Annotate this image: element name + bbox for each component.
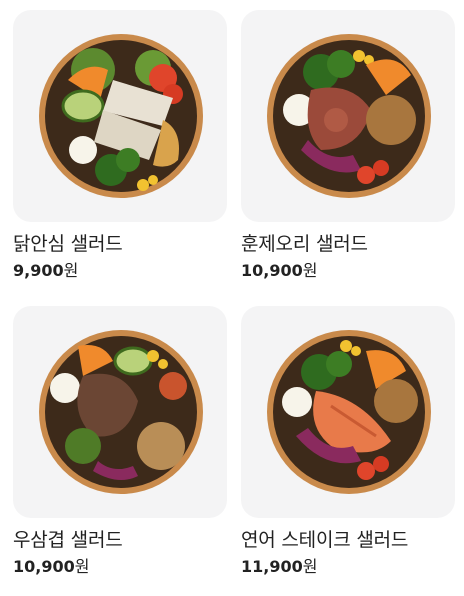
salad-bowl-image [39, 330, 203, 494]
product-name[interactable]: 닭안심 샐러드 [13, 231, 227, 257]
product-card-beef-brisket-salad[interactable]: 우삼겹 샐러드 10,900원 [13, 306, 227, 579]
product-card-smoked-duck-salad[interactable]: 훈제오리 샐러드 10,900원 [241, 10, 455, 283]
price-currency: 원 [302, 557, 318, 576]
salad-bowl-image [267, 34, 431, 198]
product-price: 11,900원 [241, 555, 455, 579]
price-amount: 9,900 [13, 261, 64, 280]
price-currency: 원 [63, 261, 79, 280]
price-currency: 원 [74, 557, 90, 576]
price-amount: 10,900 [241, 261, 303, 280]
price-amount: 11,900 [241, 557, 303, 576]
product-price: 10,900원 [13, 555, 227, 579]
product-price: 9,900원 [13, 259, 227, 283]
product-name[interactable]: 우삼겹 샐러드 [13, 527, 227, 553]
salad-bowl-image [267, 330, 431, 494]
product-image[interactable] [13, 306, 227, 518]
product-grid: 닭안심 샐러드 9,900원 훈제오리 샐러드 10,900원 우삼겹 샐러드 … [0, 0, 464, 596]
product-price: 10,900원 [241, 259, 455, 283]
product-card-salmon-steak-salad[interactable]: 연어 스테이크 샐러드 11,900원 [241, 306, 455, 579]
price-currency: 원 [302, 261, 318, 280]
product-name[interactable]: 연어 스테이크 샐러드 [241, 527, 455, 553]
product-image[interactable] [13, 10, 227, 222]
product-name[interactable]: 훈제오리 샐러드 [241, 231, 455, 257]
product-card-chicken-salad[interactable]: 닭안심 샐러드 9,900원 [13, 10, 227, 283]
salad-bowl-image [39, 34, 203, 198]
product-image[interactable] [241, 306, 455, 518]
price-amount: 10,900 [13, 557, 75, 576]
product-image[interactable] [241, 10, 455, 222]
